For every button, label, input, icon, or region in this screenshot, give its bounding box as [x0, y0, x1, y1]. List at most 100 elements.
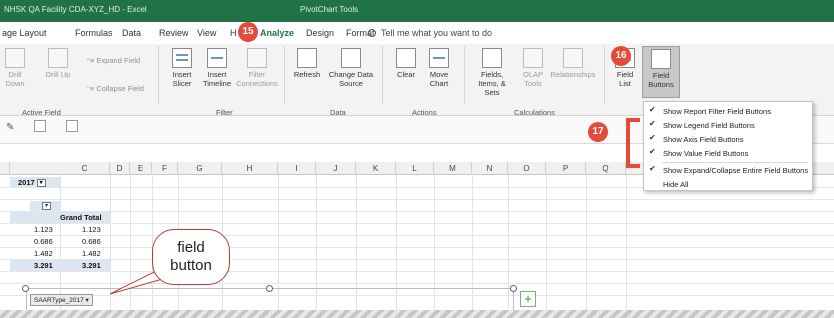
menu-item-value[interactable]: ✔ Show Value Field Buttons — [644, 147, 812, 161]
resize-handle[interactable] — [510, 285, 517, 292]
change-data-source-button[interactable]: Change Data Source — [328, 48, 374, 88]
tell-me-label: Tell me what you want to do — [381, 28, 493, 38]
grid-line — [0, 199, 834, 200]
clear-icon — [396, 48, 416, 68]
column-header-j[interactable]: J — [316, 162, 356, 175]
move-chart-button[interactable]: Move Chart — [424, 48, 454, 88]
tab-review[interactable]: Review — [159, 28, 189, 38]
insert-slicer-button[interactable]: Insert Slicer — [166, 48, 198, 88]
ribbon-separator — [464, 46, 465, 104]
tab-design[interactable]: Design — [306, 28, 334, 38]
refresh-button[interactable]: Refresh — [290, 48, 324, 79]
magic-wand-icon[interactable]: ✎ — [6, 122, 14, 133]
tab-help[interactable]: H — [230, 28, 237, 38]
pivot-total-cell[interactable]: 3.291 — [34, 261, 53, 270]
resize-handle[interactable] — [266, 285, 273, 292]
resize-handle[interactable] — [22, 285, 29, 292]
column-header-o[interactable]: O — [508, 162, 546, 175]
drill-up-button[interactable]: Drill Up — [44, 48, 72, 79]
torn-edge — [0, 310, 834, 318]
ribbon-separator — [158, 46, 159, 104]
column-header-d[interactable]: D — [110, 162, 130, 175]
slicer-icon — [172, 48, 192, 68]
grid-line — [0, 223, 834, 224]
check-icon: ✔ — [649, 147, 656, 156]
ribbon-tabs: age Layout Formulas Data Review View H A… — [0, 22, 834, 44]
column-header-i[interactable]: I — [278, 162, 316, 175]
tab-data[interactable]: Data — [122, 28, 141, 38]
grid-line — [0, 247, 834, 248]
menu-item-hide-all[interactable]: Hide All — [644, 178, 812, 192]
column-header-k[interactable]: K — [356, 162, 396, 175]
column-header-q[interactable]: Q — [586, 162, 626, 175]
drill-down-icon — [5, 48, 25, 68]
expand-field-button[interactable]: ⁺≡ Expand Field — [86, 56, 140, 65]
relationships-icon — [563, 48, 583, 68]
relationships-button[interactable]: Relationships — [548, 48, 598, 79]
filter-connections-button[interactable]: Filter Connections — [236, 48, 278, 88]
pivot-cell[interactable]: 0.686 — [34, 237, 53, 246]
fx-icon — [482, 48, 502, 68]
refresh-icon — [297, 48, 317, 68]
column-header-f[interactable]: F — [152, 162, 178, 175]
column-header-h[interactable]: H — [222, 162, 278, 175]
table-icon[interactable] — [34, 120, 46, 132]
column-header-e[interactable]: E — [130, 162, 152, 175]
pivot-cell[interactable]: 1.123 — [34, 225, 53, 234]
grid-line — [0, 235, 834, 236]
tell-me-search[interactable]: Tell me what you want to do — [368, 28, 492, 38]
menu-item-expand-collapse[interactable]: ✔ Show Expand/Collapse Entire Field Butto… — [644, 164, 812, 178]
column-header-c[interactable]: C — [60, 162, 110, 175]
step-badge-16: 16 — [611, 46, 631, 66]
title-bar: NHSK QA Facility CDA-XYZ_HD - Excel Pivo… — [0, 0, 834, 22]
tab-page-layout[interactable]: age Layout — [2, 28, 47, 38]
column-header-n[interactable]: N — [472, 162, 508, 175]
menu-item-axis[interactable]: ✔ Show Axis Field Buttons — [644, 133, 812, 147]
chart-elements-plus-icon[interactable]: + — [520, 291, 536, 307]
search-icon — [368, 29, 376, 37]
chart-field-button[interactable]: SAARType_2017 ▾ — [30, 294, 93, 306]
check-icon: ✔ — [649, 133, 656, 142]
timeline-icon — [207, 48, 227, 68]
column-header-p[interactable]: P — [546, 162, 586, 175]
check-icon: ✔ — [649, 164, 656, 173]
filter-dropdown-icon[interactable]: ▾ — [36, 179, 46, 188]
fields-items-sets-button[interactable]: Fields, Items, & Sets — [470, 48, 514, 97]
drill-down-button[interactable]: Drill Down — [2, 48, 28, 88]
clear-button[interactable]: Clear — [392, 48, 420, 79]
check-icon: ✔ — [649, 119, 656, 128]
field-buttons-button[interactable]: Field Buttons — [642, 46, 680, 98]
column-header-m[interactable]: M — [434, 162, 472, 175]
data-source-icon — [341, 48, 361, 68]
column-header-b[interactable] — [0, 162, 10, 175]
move-chart-icon — [429, 48, 449, 68]
grand-total-header: Grand Total — [60, 213, 102, 222]
workbook-title: NHSK QA Facility CDA-XYZ_HD - Excel — [4, 5, 147, 14]
column-filter-icon[interactable]: ▾ — [42, 202, 51, 210]
tab-formulas[interactable]: Formulas — [75, 28, 113, 38]
olap-tools-button[interactable]: OLAP Tools — [518, 48, 548, 88]
filter-connections-icon — [247, 48, 267, 68]
pivot-cell[interactable]: 1.123 — [82, 225, 101, 234]
excel-window: NHSK QA Facility CDA-XYZ_HD - Excel Pivo… — [0, 0, 834, 318]
menu-item-report-filter[interactable]: ✔ Show Report Filter Field Buttons — [644, 105, 812, 119]
column-header-g[interactable]: G — [178, 162, 222, 175]
check-icon: ✔ — [649, 105, 656, 114]
insert-timeline-button[interactable]: Insert Timeline — [200, 48, 234, 88]
field-buttons-menu: ✔ Show Report Filter Field Buttons ✔ Show … — [643, 101, 813, 191]
ribbon-separator — [284, 46, 285, 104]
drill-up-icon — [48, 48, 68, 68]
pivot-cell[interactable]: 1.482 — [34, 249, 53, 258]
tab-analyze[interactable]: Analyze — [260, 28, 294, 38]
pivot-total-cell[interactable]: 3.291 — [82, 261, 101, 270]
annotation-bracket — [626, 118, 640, 168]
menu-item-legend[interactable]: ✔ Show Legend Field Buttons — [644, 119, 812, 133]
collapse-field-button[interactable]: ⁻≡ Collapse Field — [86, 84, 144, 93]
grid-icon[interactable] — [66, 120, 78, 132]
column-header-l[interactable]: L — [396, 162, 434, 175]
pivot-cell[interactable]: 0.686 — [82, 237, 101, 246]
step-badge-15: 15 — [238, 22, 258, 42]
pivot-cell[interactable]: 1.482 — [82, 249, 101, 258]
grid-line — [0, 259, 834, 260]
tab-view[interactable]: View — [197, 28, 216, 38]
